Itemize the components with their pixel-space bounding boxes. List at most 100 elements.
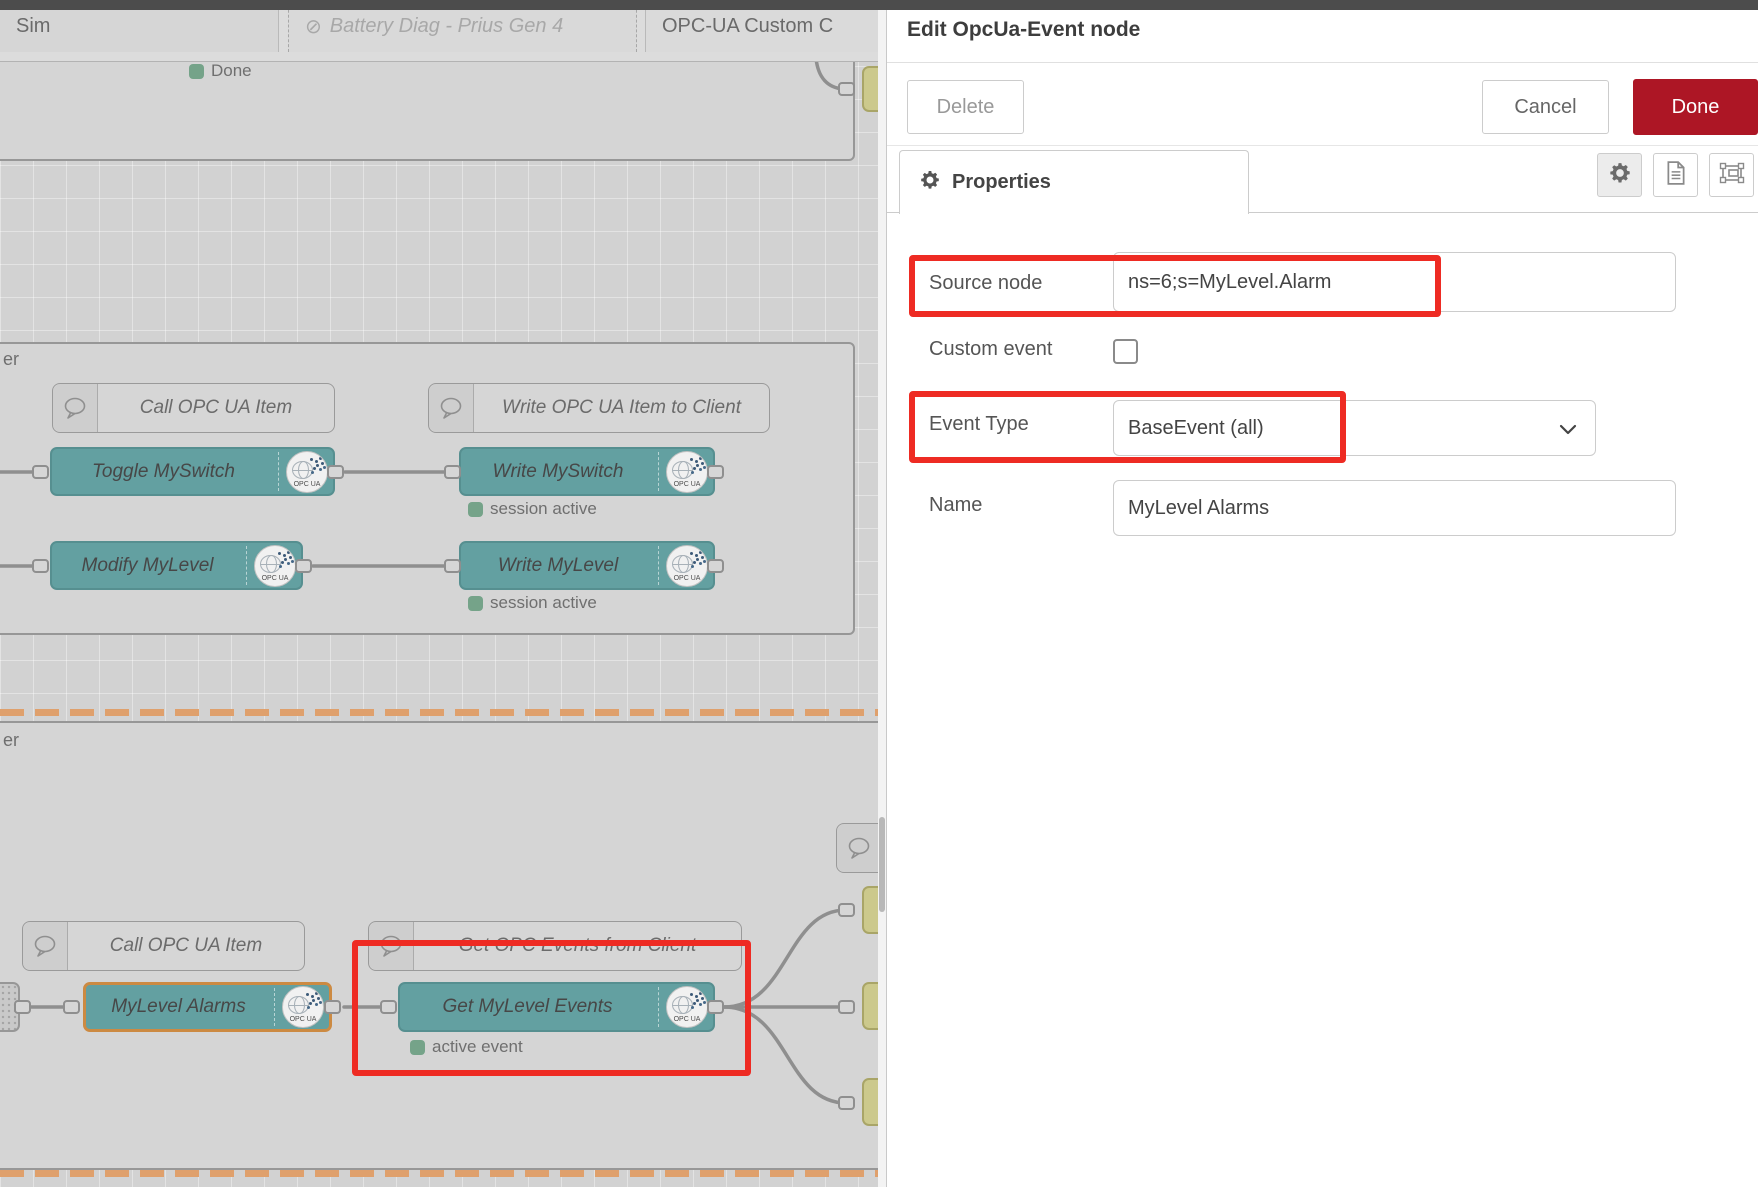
link-node-sliver[interactable] [862,982,878,1030]
link-node-sliver-top[interactable] [862,66,878,112]
opcua-badge-icon: OPC UA [666,451,708,493]
gear-icon [920,170,940,195]
node-port[interactable] [295,559,312,573]
status-dot-icon [468,596,483,611]
status-dot-icon [468,502,483,517]
top-dark-strip [0,0,1758,10]
node-write-myswitch[interactable]: Write MySwitch OPC UA [459,447,715,496]
node-write-mylevel[interactable]: Write MyLevel OPC UA [459,541,715,590]
node-port[interactable] [32,465,49,479]
node-status-done: Done [189,61,252,81]
node-mylevel-alarms[interactable]: MyLevel Alarms OPC UA [83,982,332,1032]
divider [887,62,1758,63]
globe-icon [672,555,693,573]
link-node-sliver[interactable] [862,1078,878,1126]
node-label: Write MySwitch [461,449,655,494]
link-node-sliver[interactable] [862,886,878,934]
custom-event-checkbox[interactable] [1113,339,1138,364]
comment-icon-area [837,824,878,872]
flow-canvas[interactable]: er er Call OPC UA Item [0,0,878,1187]
speech-bubble-icon [846,836,872,860]
dots-icon [690,552,693,555]
speech-bubble-icon [438,396,464,420]
node-port[interactable] [324,1000,341,1014]
node-label: Toggle MySwitch [52,449,275,494]
status-text: session active [490,593,597,613]
panel-title: Edit OpcUa-Event node [907,18,1140,42]
node-port[interactable] [444,465,461,479]
tab-label: OPC-UA Custom C [662,15,833,38]
event-type-select[interactable]: BaseEvent (all) [1113,400,1596,456]
status-text: Done [211,61,252,81]
dots-icon [310,458,313,461]
comment-node-clipped[interactable] [836,823,878,873]
source-node-label: Source node [929,272,1042,295]
node-status: session active [468,499,597,519]
node-port[interactable] [707,465,724,479]
comment-node[interactable]: Call OPC UA Item [52,383,335,433]
dashed-group-border-bottom [0,1170,878,1177]
status-dot-icon [189,64,204,79]
speech-bubble-icon [62,396,88,420]
node-port[interactable] [14,1000,31,1014]
name-input[interactable] [1113,480,1676,536]
comment-node[interactable]: Write OPC UA Item to Client [428,383,770,433]
gear-icon [1609,162,1631,189]
node-status: session active [468,593,597,613]
comment-label: Write OPC UA Item to Client [474,384,769,432]
appearance-icon-button[interactable] [1709,153,1754,197]
name-label: Name [929,494,982,517]
badge-separator [246,546,247,585]
canvas-scrollbar-track[interactable] [878,0,886,1187]
node-label: Write MyLevel [461,543,655,588]
event-type-value: BaseEvent (all) [1128,417,1264,440]
dots-icon [278,552,281,555]
opcua-badge-icon: OPC UA [286,451,328,493]
node-label: MyLevel Alarms [86,985,271,1029]
canvas-scrollbar-thumb[interactable] [879,817,885,912]
comment-label: Call OPC UA Item [98,384,334,432]
annotation-rect-get-events [352,940,751,1076]
globe-icon [260,555,281,573]
node-modify-mylevel[interactable]: Modify MyLevel OPC UA [50,541,303,590]
properties-icon-button[interactable] [1597,153,1642,197]
tab-label: Battery Diag - Prius Gen 4 [330,15,563,38]
node-port[interactable] [838,1096,855,1110]
node-port[interactable] [838,1000,855,1014]
node-port[interactable] [838,903,855,917]
tab-label: Sim [16,15,50,38]
badge-separator [658,546,659,585]
badge-label: OPC UA [255,575,295,582]
comment-icon-area [23,922,68,970]
done-button[interactable]: Done [1633,79,1758,135]
dots-icon [690,458,693,461]
node-label: Modify MyLevel [52,543,243,588]
description-icon-button[interactable] [1653,153,1698,197]
edit-node-panel: Edit OpcUa-Event node Delete Cancel Done… [886,0,1758,1187]
badge-separator [278,452,279,491]
badge-separator [274,988,275,1026]
tab-properties-label: Properties [952,171,1051,194]
appearance-frame-icon [1719,161,1745,190]
badge-label: OPC UA [667,575,707,582]
badge-label: OPC UA [667,481,707,488]
event-type-label: Event Type [929,413,1029,436]
node-port[interactable] [707,559,724,573]
source-node-input[interactable] [1113,252,1676,312]
comment-node[interactable]: Call OPC UA Item [22,921,305,971]
node-port[interactable] [63,1000,80,1014]
cancel-button[interactable]: Cancel [1482,80,1609,134]
badge-label: OPC UA [283,1016,323,1023]
node-port[interactable] [327,465,344,479]
comment-icon-area [429,384,474,432]
divider [887,145,1758,146]
badge-label: OPC UA [287,481,327,488]
node-port[interactable] [838,82,855,96]
globe-icon [288,996,309,1014]
delete-button[interactable]: Delete [907,80,1024,134]
node-port[interactable] [444,559,461,573]
node-port[interactable] [32,559,49,573]
dashed-group-border-middle [0,709,878,716]
tab-properties[interactable]: Properties [899,150,1249,214]
node-toggle-myswitch[interactable]: Toggle MySwitch OPC UA [50,447,335,496]
